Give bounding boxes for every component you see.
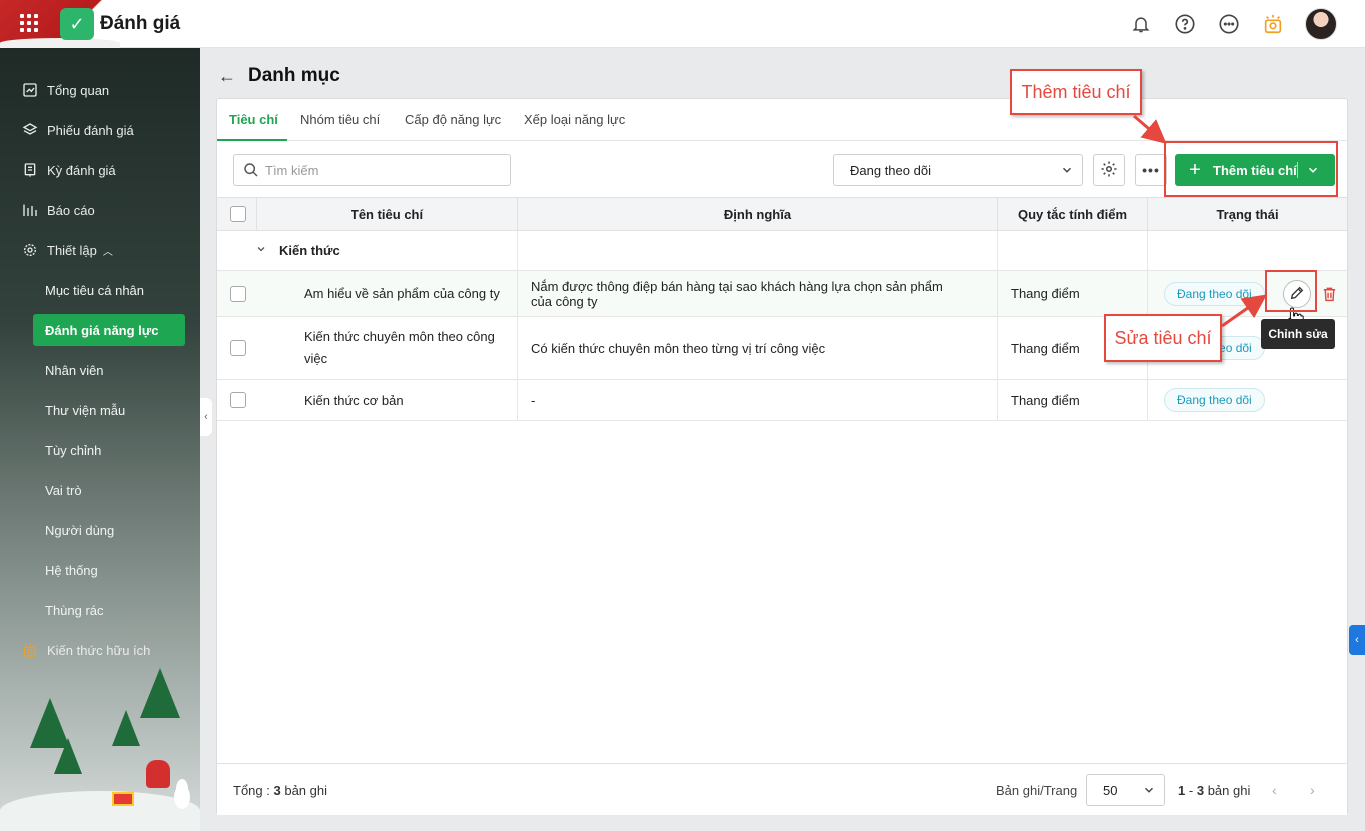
add-highlight-box [1164,141,1338,197]
tab-competency-ranking[interactable]: Xếp loại năng lực [524,112,625,127]
top-bar: ✓ Đánh giá [0,0,1365,48]
criteria-definition: - [531,392,536,408]
settings-button[interactable] [1093,154,1125,186]
sidebar-item-label: Kiến thức hữu ích [47,642,151,658]
select-all-checkbox[interactable] [230,206,246,222]
column-header-status[interactable]: Trạng thái [1148,198,1347,231]
gear-icon [21,241,39,259]
lightbulb-icon [21,641,39,659]
apps-grid-icon[interactable] [20,14,38,32]
chevron-down-icon [1060,163,1074,180]
chart-line-icon [21,81,39,99]
sidebar-item-reports[interactable]: Báo cáo [0,193,200,227]
sidebar-item-label: Tổng quan [47,82,110,98]
sidebar-item-evaluation-periods[interactable]: Kỳ đánh giá [0,153,200,187]
column-header-scoring-rule[interactable]: Quy tắc tính điểm [998,198,1148,231]
search-box [233,154,511,186]
group-row[interactable]: Kiến thức [217,231,1347,271]
sidebar-collapse-handle[interactable]: ‹ [200,398,212,436]
tab-criteria-groups[interactable]: Nhóm tiêu chí [300,112,380,127]
tabs: Tiêu chí Nhóm tiêu chí Cấp độ năng lực X… [217,99,1347,141]
criteria-name: Kiến thức cơ bản [304,392,404,408]
tab-criteria[interactable]: Tiêu chí [229,112,278,127]
sidebar-sub-employees[interactable]: Nhân viên [45,354,104,386]
column-header-definition[interactable]: Định nghĩa [518,198,998,231]
sidebar-item-useful-knowledge[interactable]: Kiến thức hữu ích [0,633,200,667]
sidebar-sub-roles[interactable]: Vai trò [45,474,82,506]
table-header: Tên tiêu chí Định nghĩa Quy tắc tính điể… [217,197,1347,231]
sidebar-item-settings[interactable]: Thiết lập ︿ [0,233,200,267]
search-icon [243,162,259,178]
sidebar-sub-customize[interactable]: Tùy chỉnh [45,434,101,466]
table-row[interactable]: Am hiểu về sản phẩm của công ty Nắm được… [217,271,1347,317]
search-input[interactable] [265,162,505,178]
app-logo: ✓ [60,8,94,40]
edit-highlight-box [1265,270,1317,312]
sidebar-item-label: Thiết lập [47,242,97,258]
layers-icon [21,121,39,139]
active-tab-indicator [217,139,287,141]
status-filter-select[interactable]: Đang theo dõi [833,154,1083,186]
sidebar-item-overview[interactable]: Tổng quan [0,73,200,107]
tab-competency-levels[interactable]: Cấp độ năng lực [405,112,501,127]
sidebar-item-label: Báo cáo [47,202,95,218]
add-criteria-callout: Thêm tiêu chí [1010,69,1142,115]
criteria-name: Am hiểu về sản phẩm của công ty [304,286,500,301]
sidebar-sub-users[interactable]: Người dùng [45,514,114,546]
snowman-decoration [174,785,190,809]
status-badge: Đang theo dõi [1164,281,1265,306]
sidebar-sub-trash[interactable]: Thùng rác [45,594,104,626]
sidebar-sub-personal-goals[interactable]: Mục tiêu cá nhân [45,274,144,306]
right-panel-toggle[interactable]: ‹ [1349,625,1365,655]
chevron-down-icon [1142,783,1156,800]
sidebar-item-evaluation-forms[interactable]: Phiếu đánh giá [0,113,200,147]
more-horizontal-icon: ••• [1142,162,1160,178]
lightbulb-icon[interactable] [1261,12,1285,36]
scoring-rule: Thang điểm [1011,392,1080,408]
user-avatar[interactable] [1305,8,1337,40]
criteria-definition: Nắm được thông điệp bán hàng tại sao khá… [531,278,943,309]
total-records: Tổng : 3 bản ghi [233,783,327,798]
group-label: Kiến thức [279,243,340,258]
santa-decoration [146,760,170,788]
chevron-down-icon[interactable] [255,243,267,258]
content-card: Tiêu chí Nhóm tiêu chí Cấp độ năng lực X… [216,98,1348,815]
sidebar-sub-competency-evaluation[interactable]: Đánh giá năng lực [33,314,185,346]
criteria-definition: Có kiến thức chuyên môn theo từng vị trí… [531,340,826,356]
scoring-rule: Thang điểm [1011,286,1080,301]
sidebar-sub-template-library[interactable]: Thư viện mẫu [45,394,125,426]
back-arrow-icon[interactable]: ← [218,66,236,87]
gift-decoration [112,792,134,806]
clipboard-icon [21,161,39,179]
status-filter-value: Đang theo dõi [850,162,931,178]
record-range: 1 - 3 bản ghi [1178,783,1251,798]
edit-criteria-callout: Sửa tiêu chí [1104,314,1222,362]
scoring-rule: Thang điểm [1011,340,1080,356]
sidebar-item-label: Phiếu đánh giá [47,122,134,138]
bell-icon[interactable] [1129,12,1153,36]
table-footer: Tổng : 3 bản ghi Bản ghi/Trang 50 1 - 3 … [217,763,1347,815]
sidebar-item-label: Kỳ đánh giá [47,162,116,178]
more-horizontal-icon[interactable] [1217,12,1241,36]
per-page-label: Bản ghi/Trang [996,783,1078,798]
edit-tooltip: Chỉnh sửa [1261,319,1335,349]
per-page-select[interactable]: 50 [1086,774,1165,806]
trash-icon[interactable] [1321,285,1338,306]
next-page-icon[interactable]: › [1310,782,1315,798]
bar-chart-icon [21,201,39,219]
more-options-button[interactable]: ••• [1135,154,1167,186]
page-title: Danh mục [248,65,340,86]
help-icon[interactable] [1173,12,1197,36]
chevron-up-icon: ︿ [102,246,113,258]
gear-icon [1100,160,1118,181]
table-row[interactable]: Kiến thức cơ bản - Thang điểm Đang theo … [217,380,1347,421]
app-title: Đánh giá [100,13,181,34]
prev-page-icon[interactable]: ‹ [1272,782,1277,798]
column-header-name[interactable]: Tên tiêu chí [257,198,518,231]
status-badge: Đang theo dõi [1164,388,1265,412]
sidebar-sub-system[interactable]: Hệ thống [45,554,98,586]
criteria-name: Kiến thức chuyên môn theo công việc [304,329,495,366]
